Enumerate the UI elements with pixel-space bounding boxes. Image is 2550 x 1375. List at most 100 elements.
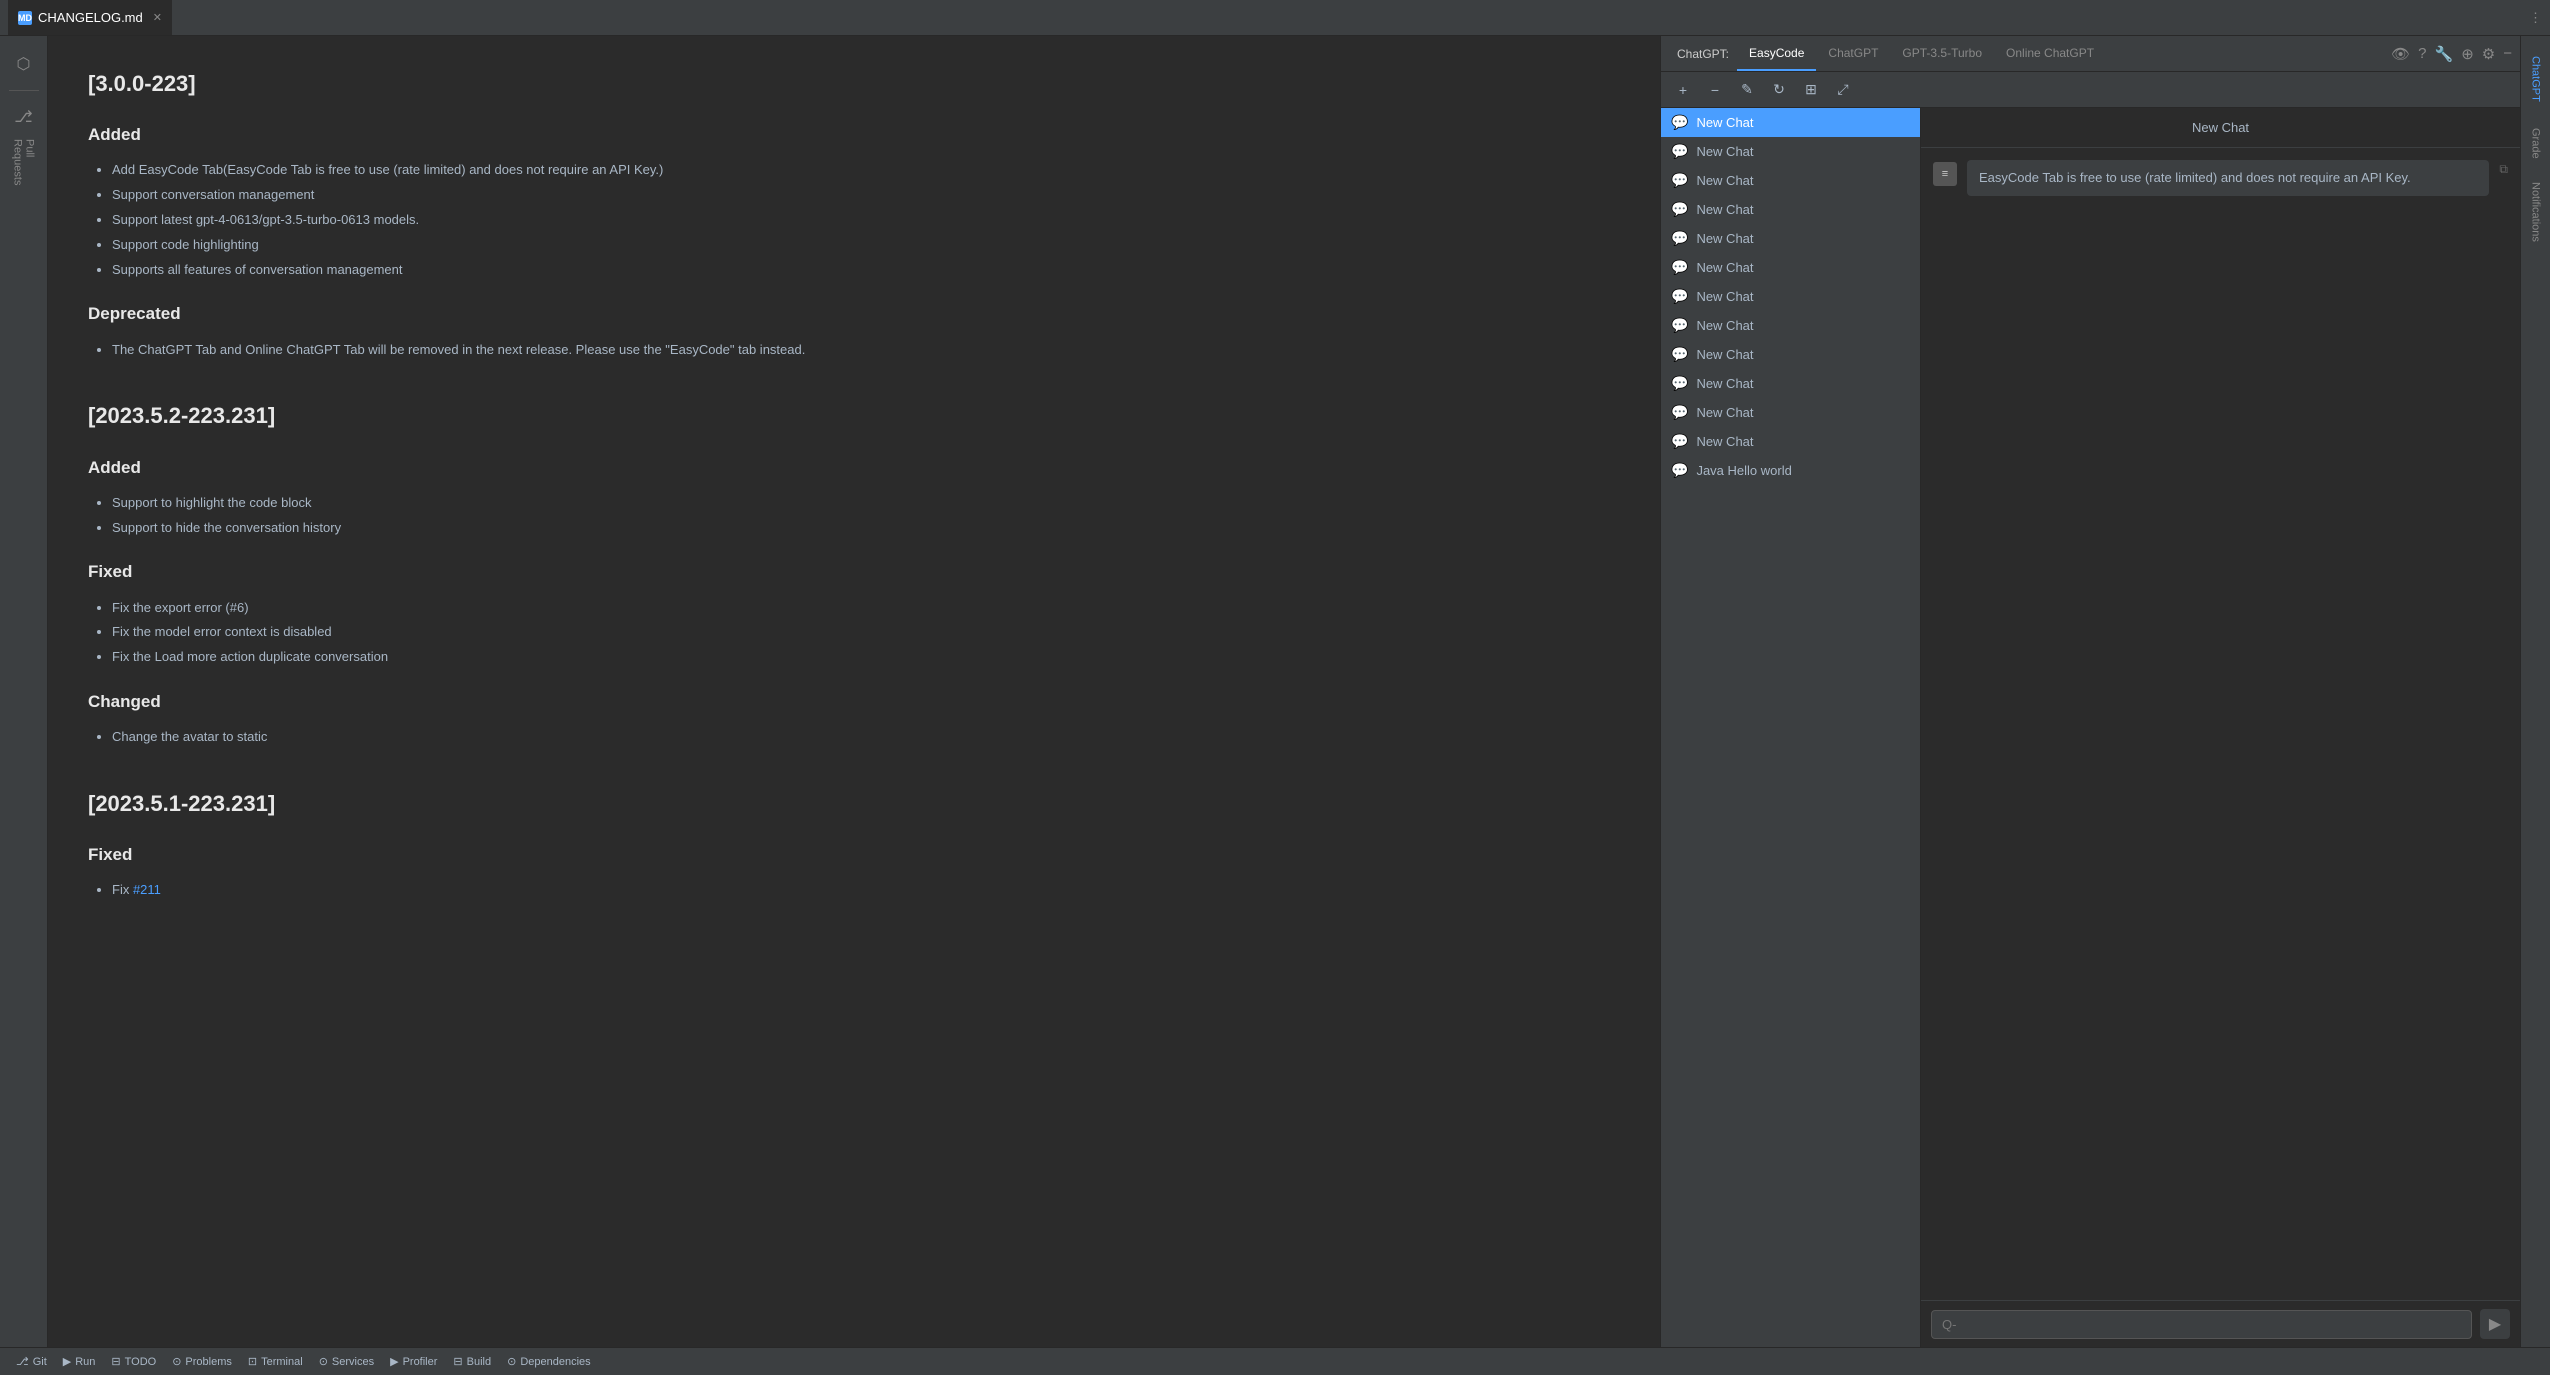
tab-changelog[interactable]: MD CHANGELOG.md ✕ — [8, 0, 172, 35]
chat-bubble-icon: 💬 — [1671, 404, 1688, 421]
remove-conversation-btn[interactable]: − — [1701, 76, 1729, 104]
question-icon[interactable]: ? — [2418, 45, 2426, 62]
eye-icon[interactable]: 👁 — [2391, 45, 2410, 63]
dependencies-status[interactable]: ⊙ Dependencies — [499, 1348, 599, 1375]
message-row-0: ≡ EasyCode Tab is free to use (rate limi… — [1933, 160, 2508, 196]
profiler-status[interactable]: ▶ Profiler — [382, 1348, 445, 1375]
main-area: ⬡ ⎇ Pull Requests [3.0.0-223] Added Add … — [0, 36, 2550, 1347]
chat-input[interactable] — [1931, 1310, 2472, 1339]
section-1-added-list: Add EasyCode Tab(EasyCode Tab is free to… — [88, 160, 1620, 280]
services-status[interactable]: ⊙ Services — [311, 1348, 382, 1375]
image-btn[interactable]: ⊞ — [1797, 76, 1825, 104]
chat-bubble-icon: 💬 — [1671, 317, 1688, 334]
chat-bubble-icon: 💬 — [1671, 288, 1688, 305]
services-icon: ⊙ — [319, 1355, 328, 1368]
chat-item-5[interactable]: 💬 New Chat — [1661, 253, 1920, 282]
send-button[interactable]: ▶ — [2480, 1309, 2510, 1339]
list-item: The ChatGPT Tab and Online ChatGPT Tab w… — [112, 340, 1620, 361]
chat-item-3[interactable]: 💬 New Chat — [1661, 195, 1920, 224]
tab-bar: MD CHANGELOG.md ✕ ⋮ — [0, 0, 2550, 36]
dependencies-icon: ⊙ — [507, 1355, 516, 1368]
chatgpt-label: ChatGPT: — [1669, 47, 1737, 61]
add-conversation-btn[interactable]: + — [1669, 76, 1697, 104]
chat-item-11[interactable]: 💬 New Chat — [1661, 427, 1920, 456]
section-3-fixed-heading: Fixed — [88, 841, 1620, 868]
copy-icon[interactable]: ⧉ — [2499, 162, 2508, 177]
wrench-icon[interactable]: 🔧 — [2435, 45, 2454, 63]
chat-item-label: New Chat — [1696, 289, 1753, 304]
list-item: Support to hide the conversation history — [112, 518, 1620, 539]
section-2-fixed-heading: Fixed — [88, 558, 1620, 585]
chat-item-8[interactable]: 💬 New Chat — [1661, 340, 1920, 369]
tab-chatgpt[interactable]: ChatGPT — [1816, 36, 1890, 71]
tab-gpt35[interactable]: GPT-3.5-Turbo — [1890, 36, 1994, 71]
chat-title-bar: New Chat — [1921, 108, 2520, 148]
chat-toolbar: + − ✎ ↻ ⊞ ⤢ — [1661, 72, 2520, 108]
todo-icon: ⊟ — [111, 1355, 120, 1368]
section-2-changed-list: Change the avatar to static — [88, 727, 1620, 748]
problems-status[interactable]: ⊙ Problems — [164, 1348, 240, 1375]
sidebar-chatgpt-label[interactable]: ChatGPT — [2523, 44, 2549, 114]
project-icon[interactable]: ⬡ — [4, 44, 44, 84]
status-bar: ⎇ Git ▶ Run ⊟ TODO ⊙ Problems ⊡ Terminal… — [0, 1347, 2550, 1375]
github-icon[interactable]: ⊕ — [2461, 45, 2474, 63]
chat-bubble-icon: 💬 — [1671, 462, 1688, 479]
chat-item-label: New Chat — [1696, 376, 1753, 391]
list-item: Support conversation management — [112, 185, 1620, 206]
section-3-fixed-list: Fix #211 — [88, 880, 1620, 901]
chat-bubble-icon: 💬 — [1671, 230, 1688, 247]
minimize-icon[interactable]: − — [2503, 45, 2512, 62]
build-status[interactable]: ⊟ Build — [445, 1348, 499, 1375]
chat-item-label: New Chat — [1696, 173, 1753, 188]
section-2-heading: [2023.5.2-223.231] — [88, 398, 1620, 433]
list-item: Add EasyCode Tab(EasyCode Tab is free to… — [112, 160, 1620, 181]
refresh-btn[interactable]: ↻ — [1765, 76, 1793, 104]
chat-item-6[interactable]: 💬 New Chat — [1661, 282, 1920, 311]
editor-area: [3.0.0-223] Added Add EasyCode Tab(EasyC… — [48, 36, 1660, 1347]
chat-main: New Chat ≡ EasyCode Tab is free to use (… — [1921, 108, 2520, 1347]
tab-bar-actions: ⋮ — [2529, 10, 2542, 26]
tab-close-btn[interactable]: ✕ — [153, 11, 162, 24]
export-btn[interactable]: ⤢ — [1829, 76, 1857, 104]
edit-conversation-btn[interactable]: ✎ — [1733, 76, 1761, 104]
chat-item-4[interactable]: 💬 New Chat — [1661, 224, 1920, 253]
chat-bubble-icon: 💬 — [1671, 114, 1688, 131]
editor-content: [3.0.0-223] Added Add EasyCode Tab(EasyC… — [48, 36, 1660, 1347]
profiler-label: Profiler — [403, 1356, 438, 1368]
chat-item-1[interactable]: 💬 New Chat — [1661, 137, 1920, 166]
chat-item-9[interactable]: 💬 New Chat — [1661, 369, 1920, 398]
services-label: Services — [332, 1356, 374, 1368]
list-item: Fix the export error (#6) — [112, 598, 1620, 619]
run-status[interactable]: ▶ Run — [55, 1348, 104, 1375]
tab-easycode[interactable]: EasyCode — [1737, 36, 1816, 71]
chat-messages: ≡ EasyCode Tab is free to use (rate limi… — [1921, 148, 2520, 1300]
chat-item-7[interactable]: 💬 New Chat — [1661, 311, 1920, 340]
section-1-deprecated-list: The ChatGPT Tab and Online ChatGPT Tab w… — [88, 340, 1620, 361]
pull-requests-icon[interactable]: Pull Requests — [4, 139, 44, 199]
chat-item-10[interactable]: 💬 New Chat — [1661, 398, 1920, 427]
ellipsis-icon[interactable]: ⋮ — [2529, 10, 2542, 26]
chat-item-label: New Chat — [1696, 405, 1753, 420]
section-1-heading: [3.0.0-223] — [88, 66, 1620, 101]
chat-bubble-icon: 💬 — [1671, 172, 1688, 189]
chat-body: 💬 New Chat 💬 New Chat 💬 New Chat 💬 New C… — [1661, 108, 2520, 1347]
problems-label: Problems — [185, 1356, 231, 1368]
git-status[interactable]: ⎇ Git — [8, 1348, 55, 1375]
chat-item-0[interactable]: 💬 New Chat — [1661, 108, 1920, 137]
chat-item-label: New Chat — [1696, 202, 1753, 217]
chat-item-12[interactable]: 💬 Java Hello world — [1661, 456, 1920, 485]
terminal-status[interactable]: ⊡ Terminal — [240, 1348, 311, 1375]
list-item: Fix the model error context is disabled — [112, 622, 1620, 643]
chat-item-label: New Chat — [1696, 231, 1753, 246]
settings-icon[interactable]: ⚙ — [2482, 45, 2495, 63]
fix-link[interactable]: #211 — [133, 882, 161, 897]
sidebar-notifications-label[interactable]: Notifications — [2523, 172, 2549, 252]
git-icon[interactable]: ⎇ — [4, 97, 44, 137]
build-label: Build — [467, 1356, 491, 1368]
tab-icon: MD — [18, 11, 32, 25]
tab-online-chatgpt[interactable]: Online ChatGPT — [1994, 36, 2106, 71]
todo-status[interactable]: ⊟ TODO — [103, 1348, 164, 1375]
chat-panel: ChatGPT: EasyCode ChatGPT GPT-3.5-Turbo … — [1660, 36, 2520, 1347]
chat-item-2[interactable]: 💬 New Chat — [1661, 166, 1920, 195]
sidebar-grade-label[interactable]: Grade — [2523, 118, 2549, 168]
